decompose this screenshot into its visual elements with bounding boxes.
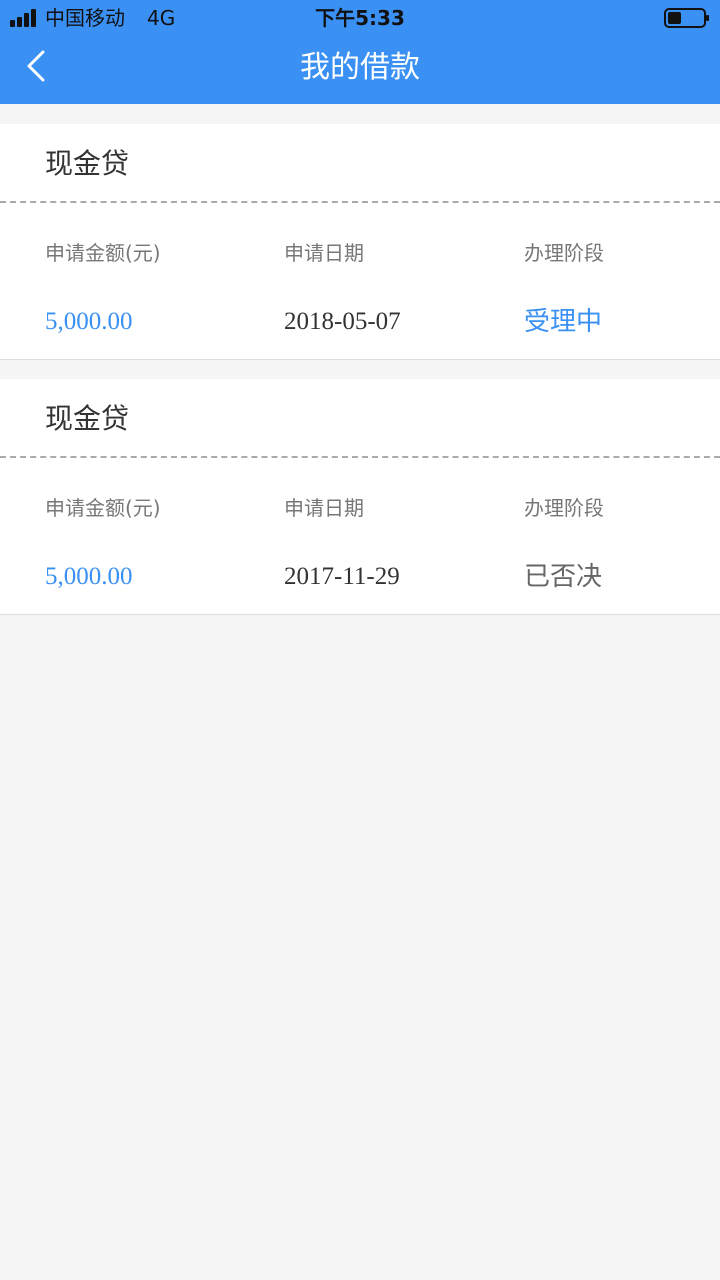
status-time: 下午5:33 [315,6,405,30]
header: 中国移动 4G 下午5:33 我的借款 [0,0,720,104]
loan-date: 2018-05-07 [284,308,401,335]
loan-date: 2017-11-29 [284,563,400,590]
loan-product-name: 现金贷 [45,147,130,180]
loan-stage: 受理中 [524,307,603,337]
stage-label: 办理阶段 [524,241,604,265]
status-bar: 中国移动 4G 下午5:33 [0,0,720,36]
loan-card[interactable]: 现金贷 申请金额(元) 申请日期 办理阶段 5,000.00 2017-11-2… [0,379,720,615]
loan-product-name: 现金贷 [45,402,130,435]
amount-label: 申请金额(元) [45,241,161,265]
amount-label: 申请金额(元) [45,496,161,520]
loan-amount: 5,000.00 [45,308,133,335]
page-title: 我的借款 [300,50,420,85]
dashed-divider [0,456,720,458]
dashed-divider [0,201,720,203]
loan-amount: 5,000.00 [45,563,133,590]
loan-stage: 已否决 [524,562,603,592]
nav-bar: 我的借款 [0,36,720,104]
date-label: 申请日期 [284,496,364,520]
stage-label: 办理阶段 [524,496,604,520]
battery-icon [664,8,709,28]
date-label: 申请日期 [284,241,364,265]
loan-card[interactable]: 现金贷 申请金额(元) 申请日期 办理阶段 5,000.00 2018-05-0… [0,124,720,360]
